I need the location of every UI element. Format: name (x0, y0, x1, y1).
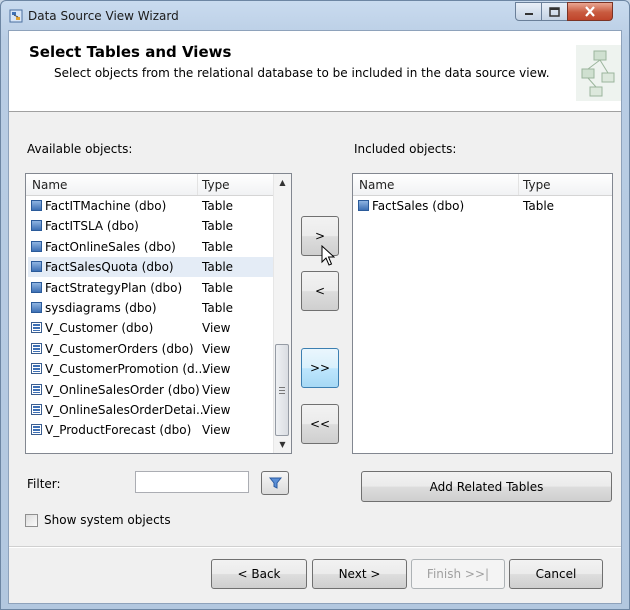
row-type: Table (202, 260, 234, 275)
row-type: Table (202, 280, 234, 295)
scrollbar-grip-icon (279, 386, 285, 394)
show-system-objects-checkbox[interactable] (25, 514, 38, 527)
available-objects-list[interactable]: Name Type FactITMachine (dbo) Table FactIT… (25, 173, 292, 454)
add-related-tables-button[interactable]: Add Related Tables (361, 471, 612, 502)
column-header-name[interactable]: Name (359, 178, 394, 192)
included-list-header: Name Type (353, 174, 612, 196)
available-list-header: Name Type (26, 174, 291, 196)
table-icon (31, 200, 42, 211)
row-type: Table (202, 199, 234, 213)
wizard-app-icon (9, 9, 23, 23)
add-all-button[interactable]: >> (301, 348, 339, 388)
view-icon (31, 424, 42, 436)
table-icon (31, 281, 42, 293)
scroll-down-arrow-icon[interactable]: ▼ (274, 436, 291, 453)
list-row[interactable]: V_OnlineSalesOrder (dbo) View (28, 380, 274, 400)
included-objects-label: Included objects: (354, 142, 457, 156)
page-title: Select Tables and Views (29, 43, 232, 61)
list-row[interactable]: sysdiagrams (dbo) Table (28, 298, 274, 318)
view-icon (31, 383, 42, 395)
list-row[interactable]: V_CustomerOrders (dbo) View (28, 339, 274, 359)
available-objects-label: Available objects: (27, 142, 133, 156)
available-list-scrollbar[interactable]: ▲ ▼ (273, 174, 291, 453)
cancel-button[interactable]: Cancel (509, 559, 603, 589)
row-name: FactSalesQuota (dbo) (45, 260, 174, 275)
row-name: FactSales (dbo) (372, 199, 465, 213)
maximize-icon (549, 6, 560, 17)
page-subtitle: Select objects from the relational datab… (54, 66, 550, 80)
row-name: FactStrategyPlan (dbo) (45, 280, 183, 295)
minimize-button[interactable] (515, 2, 542, 21)
row-type: Table (202, 239, 234, 254)
row-type: Table (202, 219, 234, 234)
view-icon (31, 404, 42, 415)
column-header-type[interactable]: Type (202, 178, 230, 192)
row-type: View (202, 403, 231, 417)
next-button[interactable]: Next > (312, 559, 407, 589)
row-type: View (202, 382, 231, 397)
list-row[interactable]: V_Customer (dbo) View (28, 318, 274, 338)
table-icon (31, 220, 42, 232)
list-row[interactable]: FactStrategyPlan (dbo) Table (28, 278, 274, 298)
row-type: View (202, 362, 231, 377)
list-row[interactable]: FactITSLA (dbo) Table (28, 216, 274, 236)
wizard-header-graphic (576, 45, 621, 101)
wizard-content: Select Tables and Views Select objects f… (8, 30, 622, 604)
row-name: V_OnlineSalesOrder (dbo) (45, 382, 200, 397)
row-name: sysdiagrams (dbo) (45, 301, 157, 315)
footer-divider (9, 546, 621, 548)
close-icon (585, 6, 595, 17)
scrollbar-thumb[interactable] (275, 344, 289, 436)
row-type: Table (523, 199, 555, 213)
row-type: View (202, 423, 231, 438)
show-system-objects-label[interactable]: Show system objects (44, 513, 171, 527)
row-name: FactITSLA (dbo) (45, 219, 139, 234)
filter-button[interactable] (261, 471, 289, 495)
filter-input[interactable] (135, 471, 249, 493)
window-title: Data Source View Wizard (28, 9, 179, 23)
table-icon (31, 240, 42, 252)
filter-funnel-icon (269, 477, 282, 489)
row-name: V_OnlineSalesOrderDetai... (45, 403, 208, 417)
table-icon (31, 302, 42, 313)
view-icon (31, 363, 42, 375)
view-icon (31, 322, 42, 334)
close-button[interactable] (567, 2, 613, 21)
remove-all-button[interactable]: << (301, 404, 339, 444)
row-name: V_CustomerOrders (dbo) (45, 341, 194, 356)
list-row[interactable]: FactOnlineSales (dbo) Table (28, 237, 274, 257)
list-row[interactable]: V_OnlineSalesOrderDetai... View (28, 400, 274, 420)
list-row[interactable]: FactSalesQuota (dbo) Table (28, 257, 274, 278)
wizard-window: Data Source View Wizard Select Tables an… (0, 0, 630, 610)
row-type: View (202, 341, 231, 356)
row-name: V_Customer (dbo) (45, 321, 154, 336)
maximize-button[interactable] (541, 2, 568, 21)
list-row[interactable]: FactSales (dbo) Table (355, 196, 587, 216)
remove-selected-button[interactable]: < (301, 271, 339, 311)
list-row[interactable]: V_ProductForecast (dbo) View (28, 420, 274, 440)
view-icon (31, 342, 42, 354)
row-name: V_CustomerPromotion (d... (45, 362, 207, 377)
row-type: Table (202, 301, 234, 315)
back-button[interactable]: < Back (211, 559, 307, 589)
filter-label: Filter: (27, 477, 61, 491)
row-type: View (202, 321, 231, 336)
included-objects-list[interactable]: Name Type FactSales (dbo) Table (352, 173, 613, 454)
wizard-header: Select Tables and Views Select objects f… (9, 31, 621, 112)
row-name: V_ProductForecast (dbo) (45, 423, 192, 438)
column-header-type[interactable]: Type (523, 178, 551, 192)
title-bar[interactable]: Data Source View Wizard (1, 1, 629, 31)
list-row[interactable]: V_CustomerPromotion (d... View (28, 359, 274, 379)
scroll-up-arrow-icon[interactable]: ▲ (274, 174, 291, 191)
column-header-name[interactable]: Name (32, 178, 67, 192)
row-name: FactITMachine (dbo) (45, 199, 167, 213)
table-icon (31, 261, 42, 273)
mouse-cursor-icon (321, 245, 335, 266)
row-name: FactOnlineSales (dbo) (45, 239, 176, 254)
minimize-icon (524, 12, 533, 15)
list-row[interactable]: FactITMachine (dbo) Table (28, 196, 274, 216)
table-icon (358, 200, 369, 211)
finish-button[interactable]: Finish >>| (411, 559, 505, 589)
